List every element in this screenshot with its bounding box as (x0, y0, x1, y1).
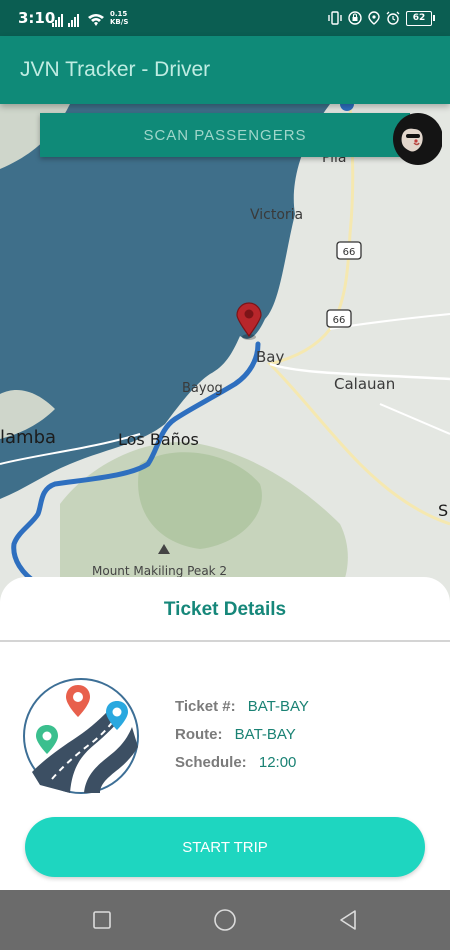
driver-avatar[interactable] (392, 113, 442, 165)
schedule-row: Schedule: 12:00 (175, 754, 309, 774)
network-speed-unit: KB/S (110, 18, 129, 26)
network-speed: 0.15 KB/S (110, 10, 128, 26)
map-view[interactable]: 66 66 Pila Victoria Bay Calauan Bayog la… (0, 104, 450, 624)
lock-icon (348, 11, 362, 25)
ticket-number-row: Ticket #: BAT-BAY (175, 698, 309, 718)
battery-icon: 62 (406, 10, 435, 26)
route-shield-66-top: 66 (336, 241, 362, 260)
route-shield-66-bottom: 66 (326, 309, 352, 328)
map-canvas: 66 66 Pila Victoria Bay Calauan Bayog la… (0, 104, 450, 624)
system-navigation-bar (0, 890, 450, 950)
schedule-label: Schedule: (175, 754, 247, 771)
ticket-number-label: Ticket #: (175, 698, 236, 715)
map-label-edge: S (438, 501, 448, 520)
map-label-los-banos: Los Baños (118, 430, 199, 449)
route-label: Route: (175, 726, 223, 743)
schedule-value: 12:00 (258, 754, 297, 771)
ticket-details-title: Ticket Details (163, 599, 287, 620)
map-label-calauan: Calauan (334, 375, 395, 393)
ticket-number-value: BAT-BAY (247, 698, 309, 715)
home-icon[interactable] (213, 908, 237, 932)
sheet-divider (0, 640, 450, 642)
status-right-icons: 62 (328, 10, 435, 26)
map-label-victoria: Victoria (250, 207, 303, 223)
status-bar: 3:10 0.15 KB/S 62 (0, 0, 450, 36)
map-label-bay: Bay (256, 348, 284, 366)
app-bar: JVN Tracker - Driver (0, 36, 450, 104)
vibrate-icon (328, 11, 342, 25)
start-trip-button[interactable]: START TRIP (25, 817, 425, 877)
route-map-icon (23, 678, 139, 794)
location-icon (368, 11, 380, 25)
recent-apps-icon[interactable] (90, 908, 114, 932)
ticket-details-list: Ticket #: BAT-BAY Route: BAT-BAY Schedul… (175, 698, 309, 782)
alarm-icon (386, 11, 400, 25)
status-time: 3:10 (18, 9, 56, 27)
app-title: JVN Tracker - Driver (20, 58, 211, 81)
ticket-details-sheet: Ticket Details Ticket #: BAT-BAY Route: … (0, 577, 450, 890)
route-shield-66-bottom-text: 66 (333, 315, 346, 326)
route-shield-66-top-text: 66 (343, 247, 356, 258)
back-icon[interactable] (336, 908, 360, 932)
network-speed-value: 0.15 (110, 10, 128, 18)
route-row: Route: BAT-BAY (175, 726, 309, 746)
map-label-bayog: Bayog (182, 381, 223, 396)
scan-passengers-button[interactable]: SCAN PASSENGERS (40, 113, 410, 157)
signal-wifi-icons (52, 14, 104, 27)
map-label-calamba: lamba (0, 427, 56, 448)
route-value: BAT-BAY (234, 726, 296, 743)
map-label-mount-makiling: Mount Makiling Peak 2 (92, 564, 227, 578)
